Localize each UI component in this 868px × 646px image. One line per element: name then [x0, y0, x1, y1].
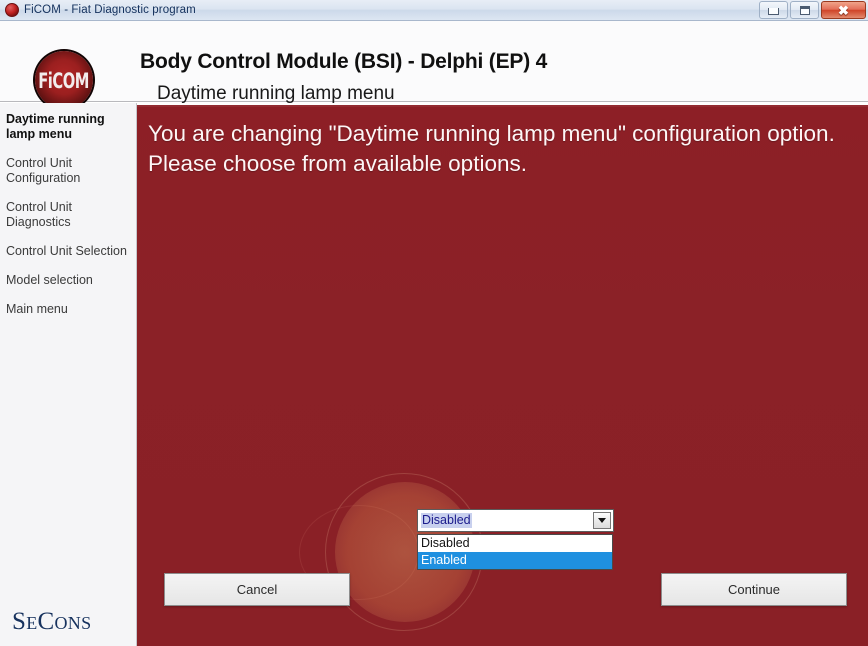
- sidebar-item-control-unit-configuration[interactable]: Control Unit Configuration: [0, 156, 136, 186]
- dropdown-field[interactable]: Disabled: [417, 509, 614, 532]
- sidebar-item-daytime-running-lamp-menu[interactable]: Daytime running lamp menu: [0, 112, 136, 142]
- sidebar-item-control-unit-selection[interactable]: Control Unit Selection: [0, 244, 136, 259]
- maximize-icon: [799, 5, 810, 15]
- sidebar-item-control-unit-diagnostics[interactable]: Control Unit Diagnostics: [0, 200, 136, 230]
- page-title: Body Control Module (BSI) - Delphi (EP) …: [140, 50, 548, 73]
- dropdown-option-disabled[interactable]: Disabled: [418, 535, 612, 552]
- content-panel: You are changing "Daytime running lamp m…: [137, 105, 868, 646]
- application-window: FiCOM - Fiat Diagnostic program ✖ FiCOM …: [0, 0, 868, 646]
- close-icon: ✖: [838, 2, 849, 18]
- chevron-down-icon: [598, 518, 606, 523]
- page-header: FiCOM Body Control Module (BSI) - Delphi…: [0, 21, 868, 109]
- dropdown-toggle-button[interactable]: [593, 512, 611, 529]
- dropdown-selected-value: Disabled: [421, 513, 472, 528]
- sidebar-item-main-menu[interactable]: Main menu: [0, 302, 136, 317]
- app-logo: FiCOM: [28, 50, 100, 110]
- ficom-circle-logo-icon: FiCOM: [35, 51, 93, 109]
- page-subtitle: Daytime running lamp menu: [157, 83, 395, 104]
- option-dropdown[interactable]: Disabled Disabled Enabled: [417, 509, 614, 570]
- sidebar: Daytime running lamp menu Control Unit C…: [0, 103, 137, 646]
- minimize-icon: [768, 7, 779, 15]
- instruction-message: You are changing "Daytime running lamp m…: [148, 121, 835, 176]
- ficom-logo-icon: [5, 3, 19, 17]
- sidebar-item-model-selection[interactable]: Model selection: [0, 273, 136, 288]
- dropdown-option-list: Disabled Enabled: [417, 534, 613, 570]
- window-title: FiCOM - Fiat Diagnostic program: [24, 4, 196, 16]
- app-logo-label: FiCOM: [38, 67, 90, 93]
- secons-brand-logo: SeCons: [12, 608, 92, 635]
- close-button[interactable]: ✖: [821, 1, 866, 19]
- window-controls: ✖: [759, 1, 866, 19]
- continue-button[interactable]: Continue: [661, 573, 847, 606]
- dropdown-option-enabled[interactable]: Enabled: [418, 552, 612, 569]
- minimize-button[interactable]: [759, 1, 788, 19]
- maximize-button[interactable]: [790, 1, 819, 19]
- title-bar: FiCOM - Fiat Diagnostic program ✖: [0, 0, 868, 21]
- cancel-button[interactable]: Cancel: [164, 573, 350, 606]
